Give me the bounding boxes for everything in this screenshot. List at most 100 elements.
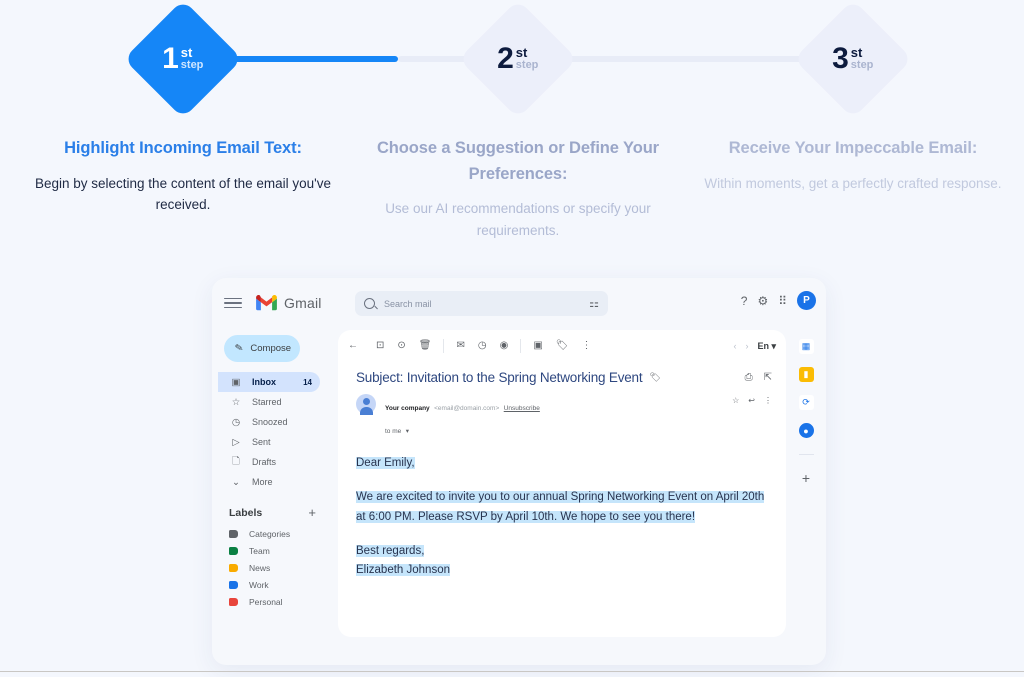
sender-row: Your company <email@domain.com> Unsubscr…: [338, 385, 786, 440]
labels-title: Labels: [229, 506, 263, 519]
language-selector[interactable]: En ▾: [757, 341, 776, 352]
gmail-header: Gmail Search mail ⚏ ? ⚙ ⠿ P: [212, 278, 826, 328]
subject-row: Subject: Invitation to the Spring Networ…: [338, 362, 786, 385]
step-word-3: step: [851, 58, 874, 71]
sidebar-label-drafts: Drafts: [252, 457, 277, 467]
label-item-team[interactable]: Team: [218, 542, 328, 559]
calendar-icon[interactable]: ▦: [798, 339, 814, 354]
step-title-2: Choose a Suggestion or Define Your Prefe…: [376, 139, 660, 183]
move-to-icon[interactable]: ▣: [533, 341, 542, 351]
tune-icon[interactable]: ⚏: [589, 297, 599, 310]
search-placeholder: Search mail: [384, 298, 432, 309]
add-app-icon[interactable]: +: [802, 470, 810, 486]
connector-active: [215, 56, 398, 62]
recipient-label: to me: [385, 428, 402, 436]
arrow-left-icon[interactable]: ←: [348, 341, 358, 351]
email-body: Dear Emily, We are excited to invite you…: [338, 440, 786, 581]
gmail-window: Gmail Search mail ⚏ ? ⚙ ⠿ P ✎ Compose ▣: [212, 278, 826, 665]
steps-progress: 1 st step 2 st step 3 st step Highlight …: [0, 0, 1024, 250]
step-marker-2[interactable]: 2 st step: [458, 0, 578, 119]
step-word-2: step: [516, 58, 539, 71]
step-desc-1: Begin by selecting the content of the em…: [34, 175, 331, 213]
tasks-icon[interactable]: ⟳: [798, 395, 814, 410]
sidebar-item-starred[interactable]: ☆ Starred: [218, 392, 320, 412]
sidebar-item-inbox[interactable]: ▣ Inbox 14: [218, 372, 320, 392]
subject-actions: ⎙ ⇱: [745, 372, 772, 383]
open-in-new-icon[interactable]: ⇱: [764, 372, 772, 383]
star-icon[interactable]: ☆: [732, 396, 739, 405]
sidebar-item-drafts[interactable]: 🗋 Drafts: [218, 452, 320, 472]
page-bottom-divider: [0, 671, 1024, 672]
contacts-icon[interactable]: ●: [798, 423, 814, 438]
step-text-3: Receive Your Impeccable Email: Within mo…: [698, 136, 1008, 194]
chevron-right-icon[interactable]: ›: [745, 341, 748, 351]
compose-label: Compose: [250, 343, 292, 354]
step-suffix-2: st: [516, 45, 528, 60]
sidebar-item-more[interactable]: ⌄ More: [218, 472, 320, 492]
page-root: 1 st step 2 st step 3 st step Highlight …: [0, 0, 1024, 677]
chevron-left-icon[interactable]: ‹: [733, 341, 736, 351]
label-item-categories[interactable]: Categories: [218, 525, 328, 542]
email-paragraph: Dear Emily,: [356, 454, 768, 474]
highlighted-text: Best regards,: [356, 544, 425, 557]
label-text: Personal: [249, 596, 283, 607]
keep-icon[interactable]: ▮: [798, 367, 814, 382]
more-vert-icon[interactable]: ⋮: [582, 341, 592, 351]
sender-name: Your company: [385, 405, 430, 412]
labels-header: Labels +: [229, 506, 316, 519]
step-desc-2: Use our AI recommendations or specify yo…: [385, 201, 651, 238]
label-text: Work: [249, 579, 269, 590]
help-circle-icon[interactable]: ?: [741, 295, 748, 307]
highlighted-text: We are excited to invite you to our annu…: [356, 491, 765, 523]
step-title-3: Receive Your Impeccable Email:: [728, 139, 978, 157]
more-vert-icon[interactable]: ⋮: [764, 396, 772, 405]
sidebar-item-sent[interactable]: ▷ Sent: [218, 432, 320, 452]
label-icon[interactable]: 🏷: [649, 372, 660, 383]
highlighted-text: Dear Emily,: [356, 457, 415, 470]
step-title-1: Highlight Incoming Email Text:: [64, 139, 302, 157]
chevron-down-icon: ⌄: [232, 476, 240, 488]
reply-icon[interactable]: ↩: [748, 396, 755, 405]
label-item-personal[interactable]: Personal: [218, 593, 328, 610]
sidebar-item-snoozed[interactable]: ◷ Snoozed: [218, 412, 320, 432]
star-icon: ☆: [231, 396, 241, 408]
label-text: News: [249, 562, 271, 573]
hamburger-icon[interactable]: [224, 297, 242, 309]
sidebar-label-more: More: [252, 477, 273, 487]
step-text-1: Highlight Incoming Email Text: Begin by …: [28, 136, 338, 216]
avatar[interactable]: P: [797, 291, 816, 310]
step-desc-3: Within moments, get a perfectly crafted …: [704, 175, 1002, 191]
step-marker-3[interactable]: 3 st step: [793, 0, 913, 119]
pencil-icon: ✎: [234, 342, 245, 355]
search-input[interactable]: Search mail ⚏: [355, 291, 608, 316]
label-item-news[interactable]: News: [218, 559, 328, 576]
gmail-sidebar: ✎ Compose ▣ Inbox 14 ☆ Starred ◷ Snoozed: [212, 328, 328, 665]
archive-icon[interactable]: ⊡: [376, 341, 384, 351]
plus-icon[interactable]: +: [308, 506, 316, 519]
label-color-icon: [229, 597, 238, 606]
step-marker-1[interactable]: 1 st step: [123, 0, 243, 119]
report-spam-icon[interactable]: ⊙: [397, 341, 405, 351]
mark-unread-icon[interactable]: ✉: [456, 341, 464, 351]
recipient-caret-icon[interactable]: ▾: [406, 428, 409, 435]
unsubscribe-link[interactable]: Unsubscribe: [504, 405, 540, 412]
label-item-work[interactable]: Work: [218, 576, 328, 593]
compose-button[interactable]: ✎ Compose: [224, 335, 300, 362]
apps-grid-icon[interactable]: ⠿: [778, 295, 787, 307]
add-task-icon[interactable]: ◉: [500, 341, 509, 351]
snooze-icon[interactable]: ◷: [478, 341, 487, 351]
email-panel: ← ⊡ ⊙ 🗑 ✉ ◷ ◉ ▣ 🏷 ⋮ ‹ › En ▾ Subject: In…: [338, 330, 786, 637]
delete-icon[interactable]: 🗑: [419, 341, 432, 351]
gear-icon[interactable]: ⚙: [757, 295, 768, 307]
clock-icon: ◷: [231, 416, 241, 428]
step-number-3: 3: [832, 42, 849, 75]
gmail-brand-label: Gmail: [284, 295, 322, 311]
print-icon[interactable]: ⎙: [745, 372, 753, 383]
sidebar-label-sent: Sent: [252, 437, 271, 447]
label-icon[interactable]: 🏷: [556, 341, 569, 351]
step-word-1: step: [181, 58, 204, 71]
file-icon: 🗋: [232, 456, 240, 467]
email-toolbar: ← ⊡ ⊙ 🗑 ✉ ◷ ◉ ▣ 🏷 ⋮ ‹ › En ▾: [338, 330, 786, 362]
label-text: Categories: [249, 528, 291, 539]
rail-divider: [798, 454, 814, 455]
